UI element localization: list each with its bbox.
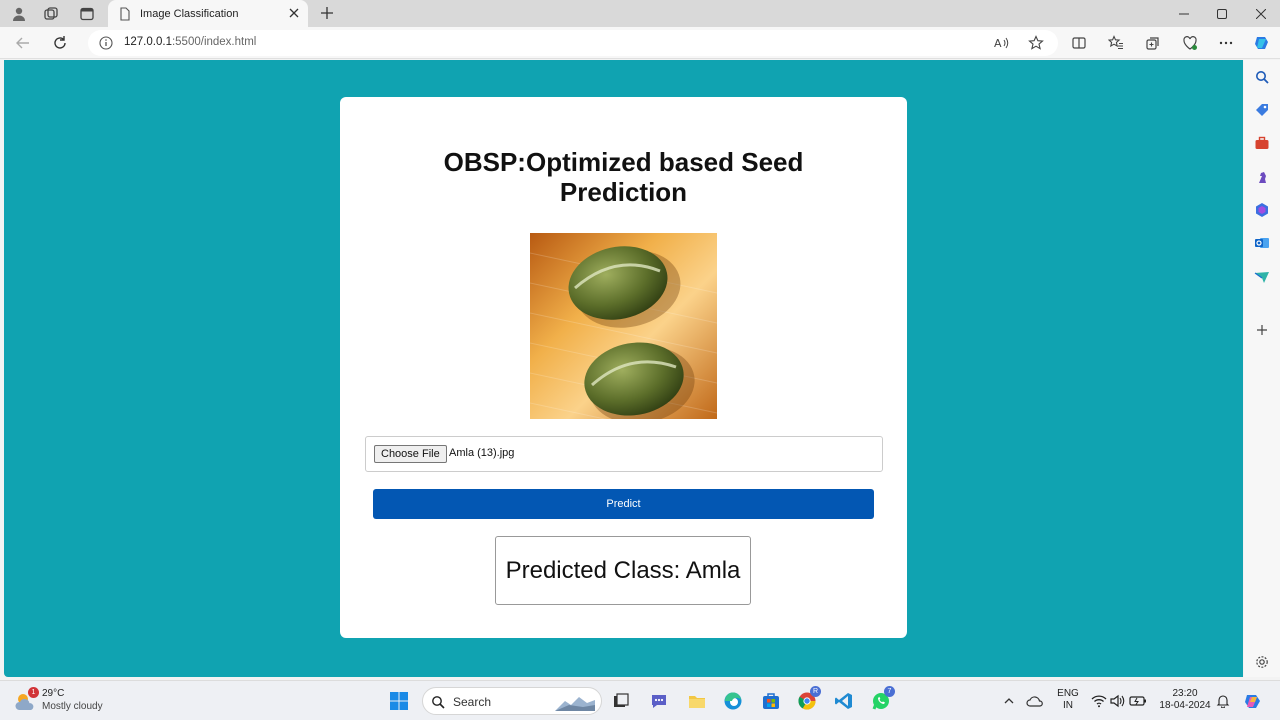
page-viewport: OBSP:Optimized based Seed Prediction Cho… (4, 60, 1243, 677)
input-language[interactable]: ENG IN (1054, 688, 1082, 712)
close-tab-icon[interactable] (286, 5, 302, 21)
notifications-bell-icon[interactable] (1210, 688, 1236, 714)
new-tab-icon[interactable] (316, 2, 338, 24)
search-icon (432, 696, 445, 709)
prediction-result: Predicted Class: Amla (495, 536, 751, 605)
weather-widget[interactable]: 1 29°C Mostly cloudy (14, 686, 124, 716)
info-icon[interactable] (96, 33, 116, 53)
url-path: :5500/index.html (171, 36, 257, 48)
weather-alert-badge: 1 (28, 687, 39, 698)
weather-description: Mostly cloudy (42, 701, 103, 712)
file-explorer-icon[interactable] (684, 688, 710, 714)
vscode-icon[interactable] (831, 688, 857, 714)
profile-icon[interactable] (8, 3, 30, 25)
taskbar-search[interactable]: Search (422, 687, 602, 715)
favorite-star-icon[interactable] (1026, 33, 1046, 53)
url-host: 127.0.0.1 (124, 36, 172, 48)
clock-date: 18-04-2024 (1159, 700, 1211, 711)
svg-text:A: A (994, 37, 1002, 50)
content-card: OBSP:Optimized based Seed Prediction Cho… (340, 97, 907, 638)
search-icon[interactable] (1252, 67, 1272, 87)
clock[interactable]: 23:20 18-04-2024 (1152, 688, 1218, 712)
search-highlight-icon (555, 697, 595, 711)
games-chess-icon[interactable] (1252, 167, 1272, 187)
windows-start-icon[interactable] (386, 688, 412, 714)
chrome-icon[interactable]: R (794, 686, 821, 714)
send-drop-icon[interactable] (1252, 267, 1272, 287)
edge-browser-icon[interactable] (720, 688, 746, 714)
sidebar-settings-icon[interactable] (1252, 652, 1272, 672)
maximize-icon[interactable] (1203, 0, 1241, 27)
battery-icon[interactable] (1125, 688, 1151, 714)
language-code: ENG (1057, 688, 1079, 699)
tab-image-classification[interactable]: Image Classification (108, 0, 308, 27)
page-title: OBSP:Optimized based Seed Prediction (340, 147, 907, 207)
address-bar[interactable]: 127.0.0.1:5500/index.html A (88, 30, 1058, 56)
show-hidden-icons-chevron-icon[interactable] (996, 688, 1022, 714)
choose-file-button[interactable]: Choose File (374, 445, 447, 463)
refresh-icon[interactable] (49, 32, 71, 54)
url-text: 127.0.0.1:5500/index.html (124, 36, 256, 48)
workspaces-icon[interactable] (40, 3, 62, 25)
file-upload-field: Choose File Amla (13).jpg (365, 436, 883, 472)
copilot-icon[interactable] (1251, 32, 1273, 54)
tab-actions-icon[interactable] (76, 3, 98, 25)
predict-button[interactable]: Predict (373, 489, 874, 519)
windows-taskbar: 1 29°C Mostly cloudy Search R 7 ENG IN 2… (0, 680, 1280, 720)
favorites-icon[interactable] (1105, 32, 1127, 54)
task-view-icon[interactable] (608, 688, 634, 714)
tools-briefcase-icon[interactable] (1252, 133, 1272, 153)
whatsapp-icon[interactable]: 7 (868, 686, 895, 714)
seed-image-preview (530, 233, 717, 419)
close-window-icon[interactable] (1242, 0, 1280, 27)
page-icon (120, 6, 130, 21)
selected-file-name: Amla (13).jpg (449, 447, 515, 459)
add-sidebar-app-icon[interactable] (1252, 320, 1272, 340)
clock-time: 23:20 (1172, 688, 1198, 699)
microsoft-365-icon[interactable] (1252, 200, 1272, 220)
split-screen-icon[interactable] (1068, 32, 1090, 54)
page-title-line2: Prediction (559, 177, 688, 207)
weather-temperature: 29°C (42, 688, 65, 699)
whatsapp-unread-badge: 7 (884, 686, 895, 697)
back-icon[interactable] (12, 32, 34, 54)
edge-sidebar (1244, 60, 1280, 677)
collections-icon[interactable] (1142, 32, 1164, 54)
tab-title: Image Classification (140, 7, 239, 20)
onedrive-icon[interactable] (1022, 688, 1048, 714)
tab-bar: Image Classification (0, 0, 1280, 27)
page-title-line1: OBSP:Optimized based Seed (443, 147, 804, 177)
navigation-bar: 127.0.0.1:5500/index.html A (0, 27, 1280, 59)
read-aloud-icon[interactable]: A (992, 33, 1012, 53)
search-label: Search (453, 695, 492, 709)
microsoft-store-icon[interactable] (758, 688, 784, 714)
shopping-tag-icon[interactable] (1252, 100, 1272, 120)
browser-essentials-icon[interactable] (1179, 32, 1201, 54)
minimize-icon[interactable] (1165, 0, 1203, 27)
copilot-taskbar-icon[interactable] (1240, 688, 1266, 714)
chrome-profile-badge: R (810, 686, 821, 697)
outlook-icon[interactable] (1252, 233, 1272, 253)
teams-chat-icon[interactable] (646, 688, 672, 714)
more-options-icon[interactable] (1215, 32, 1237, 54)
language-region: IN (1063, 700, 1073, 711)
